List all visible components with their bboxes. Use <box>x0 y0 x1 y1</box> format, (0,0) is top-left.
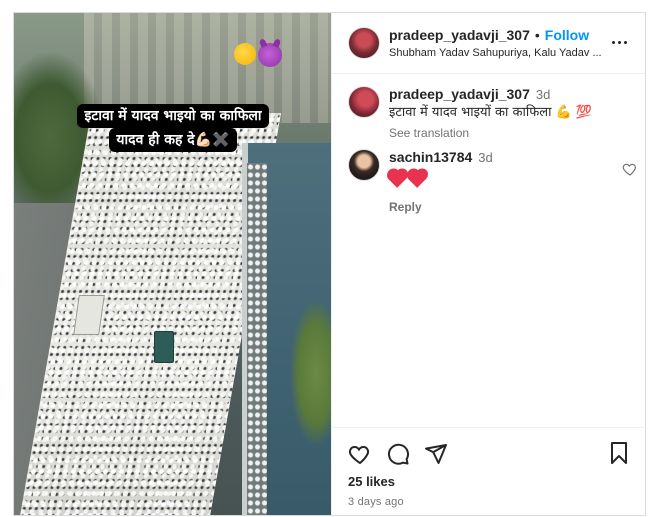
caption: pradeep_yadavji_307 3d इटावा में यादव भाइ… <box>332 74 646 142</box>
devil-icon <box>258 43 282 67</box>
more-options-icon[interactable] <box>612 41 627 44</box>
bus <box>154 331 174 363</box>
comment-icon[interactable] <box>386 442 410 466</box>
separator-dot: • <box>534 27 540 43</box>
heart-icon[interactable] <box>348 442 372 466</box>
overlay-line-1: इटावा में यादव भाइयो का काफिला <box>77 104 269 128</box>
post-header: pradeep_yadavji_307 • Follow Shubham Yad… <box>332 13 645 74</box>
video-overlay-text: इटावा में यादव भाइयो का काफिला यादव ही क… <box>68 104 278 152</box>
red-heart-icon <box>388 170 407 188</box>
post-side-panel: pradeep_yadavji_307 • Follow Shubham Yad… <box>331 13 646 515</box>
caption-header: pradeep_yadavji_307 3d <box>389 86 592 103</box>
caption-time: 3d <box>535 87 551 102</box>
post-video[interactable]: इटावा में यादव भाइयो का काफिला यादव ही क… <box>14 13 331 515</box>
comment-time: 3d <box>478 150 493 165</box>
commenter-avatar[interactable] <box>348 149 380 181</box>
bookmark-icon[interactable] <box>608 441 630 465</box>
flexed-biceps-icon <box>234 43 256 65</box>
author-username[interactable]: pradeep_yadavji_307 <box>389 27 530 44</box>
caption-username[interactable]: pradeep_yadavji_307 <box>389 86 530 102</box>
post-date: 3 days ago <box>348 496 404 508</box>
overlay-emoji <box>234 43 282 67</box>
caption-body: pradeep_yadavji_307 3d इटावा में यादव भाइ… <box>389 86 592 142</box>
avatar[interactable] <box>348 86 380 118</box>
header-line: pradeep_yadavji_307 • Follow <box>389 27 609 44</box>
action-bar <box>332 428 646 468</box>
comment-like-heart-icon[interactable] <box>622 161 638 177</box>
follow-button[interactable]: Follow <box>545 27 589 44</box>
likes-count[interactable]: 25 likes <box>332 468 646 489</box>
flyover-crowd <box>247 163 267 515</box>
collaborators-subtitle[interactable]: Shubham Yadav Sahupuriya, Kalu Yadav ... <box>389 47 609 59</box>
instagram-post-card: इटावा में यादव भाइयो का काफिला यादव ही क… <box>13 12 646 516</box>
post-footer: 25 likes 3 days ago <box>332 427 646 508</box>
caption-text: इटावा में यादव भाइयों का काफिला 💪 💯 <box>389 105 593 120</box>
comment-header: sachin13784 3d <box>389 149 638 166</box>
see-translation-link[interactable]: See translation <box>389 125 592 142</box>
share-icon[interactable] <box>424 442 448 466</box>
reply-button[interactable]: Reply <box>389 199 422 216</box>
comment-body: sachin13784 3d Reply <box>388 149 638 216</box>
avatar[interactable] <box>348 27 380 59</box>
comment: sachin13784 3d Reply <box>348 149 638 216</box>
red-heart-icon <box>408 170 427 188</box>
header-text: pradeep_yadavji_307 • Follow Shubham Yad… <box>389 27 609 59</box>
overlay-line-2: यादव ही कह दे💪🏻✖️ <box>109 128 237 152</box>
commenter-username[interactable]: sachin13784 <box>389 149 472 165</box>
comment-text <box>388 170 638 188</box>
trees-right <box>291 303 331 443</box>
